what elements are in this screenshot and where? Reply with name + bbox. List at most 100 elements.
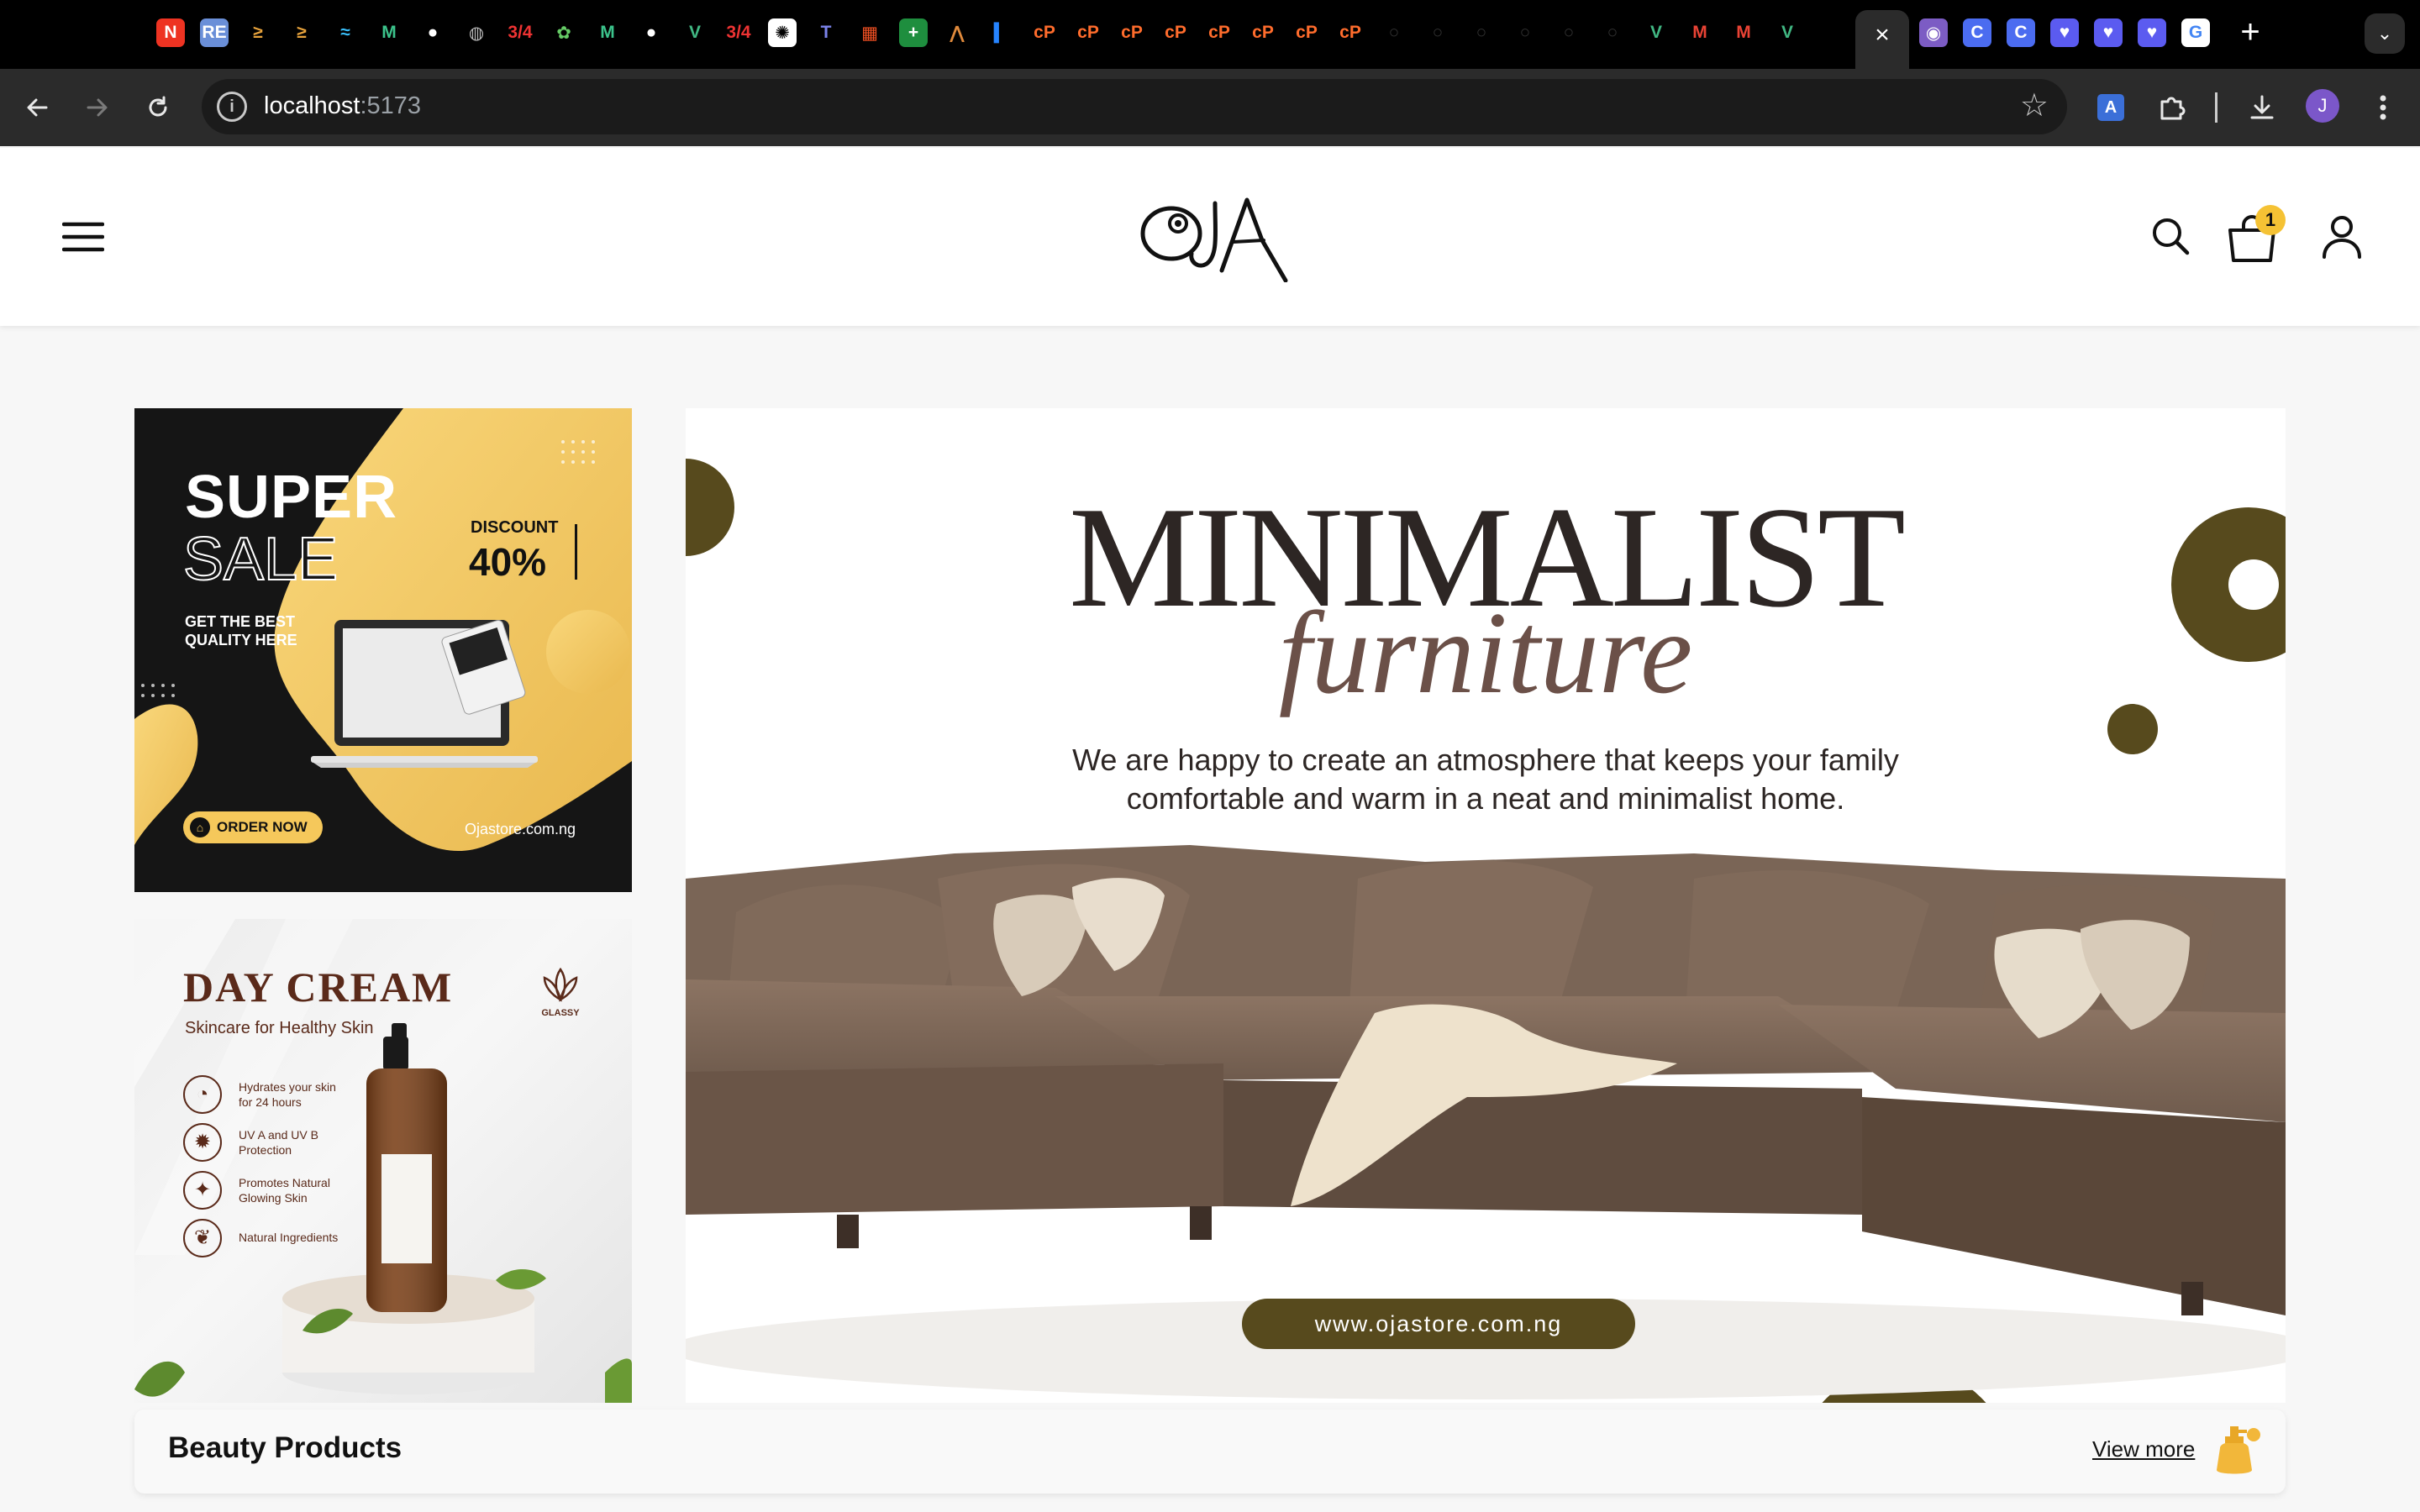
cream-feature-item: ✹ UV A and UV B Protection [183,1123,385,1165]
cpanel-icon[interactable]: cP [1030,18,1059,47]
github-icon[interactable]: ● [418,18,447,47]
mailchimp-icon[interactable]: M [375,18,403,47]
browser-toolbar: i localhost:5173 ☆ A [0,69,2420,146]
teams-icon[interactable]: T [812,18,840,47]
back-button[interactable] [17,87,57,128]
svelte-icon[interactable]: ≥ [287,18,316,47]
jira-icon[interactable]: ▍ [986,18,1015,47]
downloads-icon[interactable] [2242,87,2282,128]
cpanel-icon[interactable]: cP [1161,18,1190,47]
cream-subtitle: Skincare for Healthy Skin [185,1019,374,1037]
gmail-icon[interactable]: M [1729,18,1758,47]
profile-avatar[interactable]: J [2306,89,2339,123]
day-cream-ad[interactable]: DAY CREAM Skincare for Healthy Skin GLAS… [134,919,632,1403]
laptop-image [311,619,538,768]
section-title: Beauty Products [168,1431,402,1464]
back-arrow-icon [27,98,48,117]
canva-icon[interactable]: C [1963,18,1991,47]
cream-feature-text: Hydrates your skin [239,1080,336,1094]
mailchimp-icon[interactable]: M [593,18,622,47]
cream-feature-text: Natural Ingredients [239,1231,339,1244]
cream-feature-text: for 24 hours [239,1095,302,1109]
sale-tagline-1: GET THE BEST [185,613,296,630]
cpanel-icon[interactable]: cP [1336,18,1365,47]
oja-logo[interactable] [1138,190,1297,283]
sale-title-line2: SALE [182,526,339,593]
app-icon[interactable]: 3/4 [724,18,753,47]
heart-app-icon[interactable]: ♥ [2050,18,2079,47]
app-icon[interactable]: 3/4 [506,18,534,47]
translate-extension-icon[interactable]: A [2091,87,2131,128]
search-icon[interactable] [2151,217,2190,255]
bug-icon[interactable]: ✿ [550,18,578,47]
obsidian-icon[interactable]: ◉ [1919,18,1948,47]
openai-icon[interactable]: ✺ [768,18,797,47]
discount-label: DISCOUNT [471,518,559,537]
loading-icon[interactable]: ○ [1380,18,1408,47]
cream-feature-item: ◔ Hydrates your skin for 24 hours [183,1075,385,1117]
cpanel-icon[interactable]: cP [1205,18,1234,47]
account-icon[interactable] [2321,215,2363,259]
loading-icon[interactable]: ○ [1555,18,1583,47]
new-tab-button[interactable]: + [2233,15,2267,49]
triangle-icon[interactable]: ⋀ [943,18,971,47]
microsoft-icon[interactable]: ▦ [855,18,884,47]
cpanel-icon[interactable]: cP [1074,18,1102,47]
cream-feature-text: Glowing Skin [239,1191,308,1205]
forward-button[interactable] [77,87,118,128]
tab-search-button[interactable]: ⌄ [2365,13,2405,54]
loading-icon[interactable]: ○ [1511,18,1539,47]
toolbar-divider [2215,92,2217,123]
heart-app-icon[interactable]: ♥ [2094,18,2123,47]
reload-button[interactable] [138,87,178,128]
glassy-brand: GLASSY [536,966,585,1018]
cpanel-icon[interactable]: cP [1249,18,1277,47]
hero-script-title: furniture [1278,588,1693,718]
view-more-link[interactable]: View more [2092,1436,2195,1462]
cart-count-badge: 1 [2255,205,2286,235]
hamburger-menu-icon[interactable] [61,222,105,252]
leaf-icon: ❦ [183,1219,222,1257]
cart-button[interactable]: 1 [2227,205,2286,264]
active-tab[interactable]: × [1855,10,1909,69]
sale-title-line1: SUPER [185,464,398,531]
sale-site-url: Ojastore.com.ng [465,821,576,837]
cream-feature-text: Promotes Natural [239,1176,330,1189]
hero-banner[interactable]: MINIMALIST furniture We are happy to cre… [686,408,2286,1403]
hero-url-button[interactable]: www.ojastore.com.ng [1242,1299,1635,1349]
extensions-puzzle-icon[interactable] [2151,87,2191,128]
forward-arrow-icon [87,98,108,117]
notion-icon[interactable]: N [156,18,185,47]
super-sale-ad[interactable]: SUPER SALE DISCOUNT 40% GET THE BEST QUA… [134,408,632,892]
hero-description-2: comfortable and warm in a neat and minim… [1126,781,1845,816]
svelte-icon[interactable]: ≥ [244,18,272,47]
gmail-icon[interactable]: M [1686,18,1714,47]
vue-icon[interactable]: V [1642,18,1670,47]
order-now-button[interactable]: ⌂ ORDER NOW [183,811,323,843]
google-icon[interactable]: G [2181,18,2210,47]
heart-app-icon[interactable]: ♥ [2138,18,2166,47]
lotus-icon [543,967,578,1002]
cream-feature-text: Protection [239,1143,292,1157]
canva-icon[interactable]: C [2007,18,2035,47]
close-tab-icon[interactable]: × [1870,23,1894,48]
tailwind-icon[interactable]: ≈ [331,18,360,47]
github-icon[interactable]: ● [637,18,666,47]
repo-icon[interactable]: RE [200,18,229,47]
loading-icon[interactable]: ○ [1598,18,1627,47]
loading-icon[interactable]: ○ [1467,18,1496,47]
loading-icon[interactable]: ○ [1423,18,1452,47]
cpanel-icon[interactable]: cP [1118,18,1146,47]
cpanel-icon[interactable]: cP [1292,18,1321,47]
globe-icon[interactable]: ◍ [462,18,491,47]
vue-icon[interactable]: V [681,18,709,47]
site-info-icon[interactable]: i [217,92,247,122]
cream-feature-text: UV A and UV B [239,1128,318,1142]
sparkle-icon: ✦ [183,1171,222,1210]
browser-menu-icon[interactable] [2363,87,2403,128]
plus-app-icon[interactable]: + [899,18,928,47]
vue-icon[interactable]: V [1773,18,1802,47]
address-bar[interactable]: i localhost:5173 ☆ [202,79,2067,134]
sale-tagline-2: QUALITY HERE [185,632,297,648]
bookmark-star-icon[interactable]: ☆ [2020,89,2049,123]
